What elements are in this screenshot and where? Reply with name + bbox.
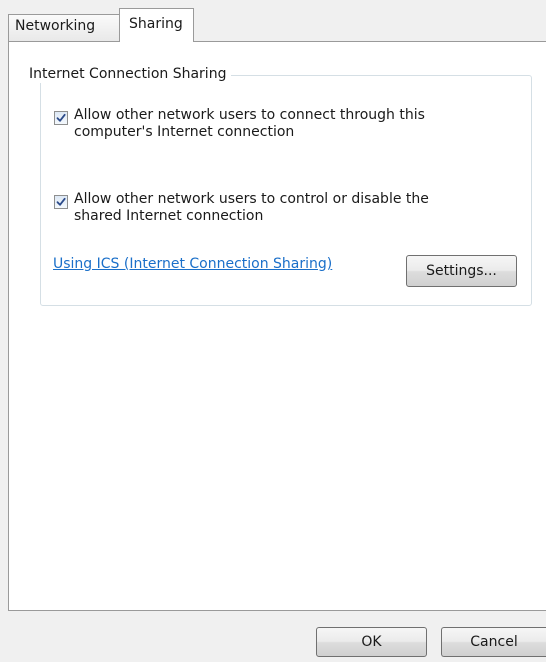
ics-groupbox-title: Internet Connection Sharing xyxy=(23,65,232,83)
network-properties-dialog: Networking Sharing Internet Connection S… xyxy=(0,0,546,662)
tab-networking[interactable]: Networking xyxy=(8,14,120,41)
tab-networking-label: Networking xyxy=(15,18,96,34)
checkmark-icon xyxy=(56,197,66,206)
allow-control-label: Allow other network users to control or … xyxy=(74,191,429,224)
using-ics-link[interactable]: Using ICS (Internet Connection Sharing) xyxy=(53,255,332,273)
cancel-button[interactable]: Cancel xyxy=(441,627,546,657)
allow-connect-label: Allow other network users to connect thr… xyxy=(74,107,425,140)
ok-button[interactable]: OK xyxy=(316,627,427,657)
sharing-tab-panel: Internet Connection Sharing Allow other … xyxy=(8,41,546,611)
allow-control-option[interactable]: Allow other network users to control or … xyxy=(54,191,454,225)
settings-button[interactable]: Settings... xyxy=(406,255,517,287)
allow-connect-option[interactable]: Allow other network users to connect thr… xyxy=(54,107,454,141)
tab-sharing[interactable]: Sharing xyxy=(119,8,194,42)
checkmark-icon xyxy=(56,113,66,122)
allow-control-checkbox[interactable] xyxy=(54,195,68,209)
allow-connect-checkbox[interactable] xyxy=(54,111,68,125)
tab-sharing-label: Sharing xyxy=(129,16,183,32)
